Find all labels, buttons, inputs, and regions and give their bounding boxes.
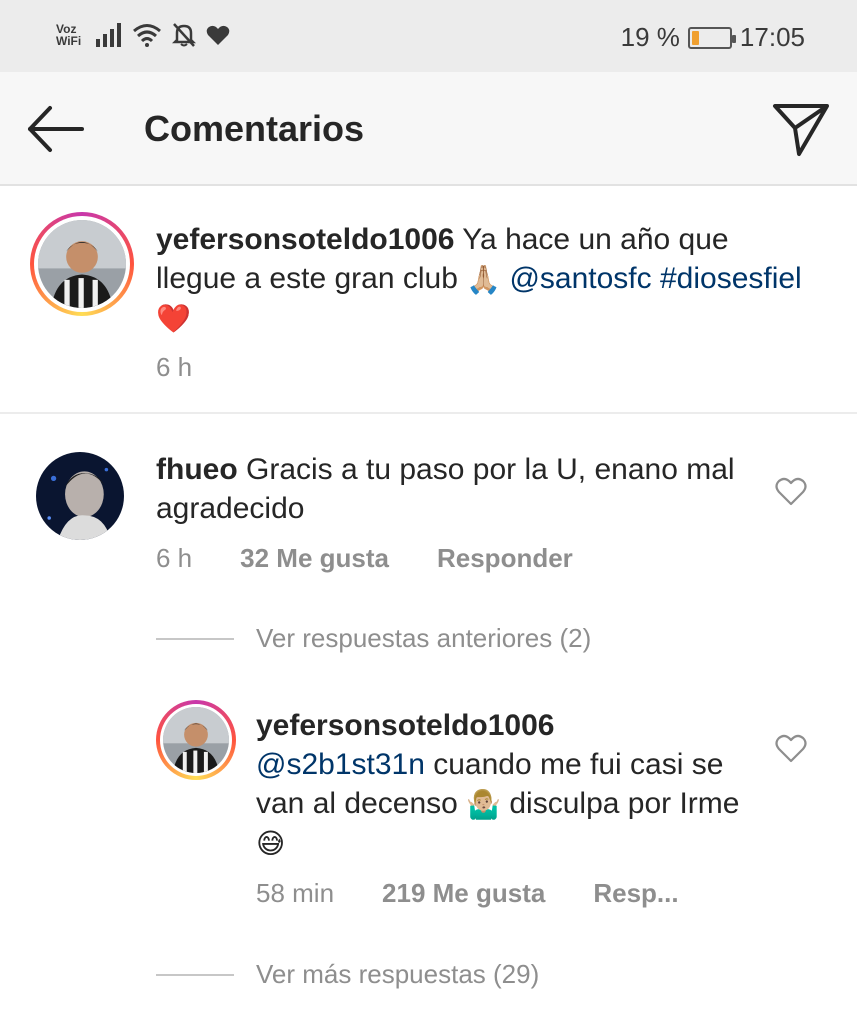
reply-text: yefersonsoteldo1006 @s2b1st31n cuando me… (256, 706, 756, 862)
view-more-replies[interactable]: Ver más respuestas (29) (156, 959, 539, 990)
battery-icon (687, 26, 736, 49)
reply-username[interactable]: yefersonsoteldo1006 (256, 709, 554, 742)
caption-meta: 6 h (156, 352, 192, 383)
avatar[interactable] (30, 212, 134, 316)
wifi-icon (133, 24, 161, 47)
avatar[interactable] (36, 452, 124, 540)
arrow-left-icon[interactable] (26, 102, 86, 156)
divider (0, 412, 857, 414)
clock: 17:05 (739, 22, 805, 52)
app-header: Comentarios (0, 72, 857, 186)
status-bar: Voz WiFi 19 % 17:05 (0, 0, 857, 72)
likes-count[interactable]: 32 Me gusta (240, 543, 389, 574)
hashtag-link[interactable]: #diosesfiel (660, 262, 802, 295)
view-more-replies-label: Ver más respuestas (29) (256, 959, 540, 989)
battery-percentage: 19 % (620, 22, 680, 52)
avatar-photo (163, 707, 229, 773)
view-previous-replies[interactable]: Ver respuestas anteriores (2) (156, 623, 591, 654)
praying-hands-emoji: 🙏🏼 (466, 264, 502, 296)
vowifi-bottom: WiFi (56, 34, 82, 48)
caption-username[interactable]: yefersonsoteldo1006 (156, 223, 454, 256)
signal-icon (96, 23, 121, 47)
mention-link[interactable]: @santosfc (509, 262, 651, 295)
reply-body-2: disculpa por Irme (501, 787, 740, 820)
status-left: Voz WiFi (56, 22, 230, 48)
avatar[interactable] (156, 700, 236, 780)
comment-time: 6 h (156, 543, 193, 573)
reply-time: 58 min (256, 878, 335, 908)
view-previous-replies-label: Ver respuestas anteriores (2) (256, 623, 592, 653)
status-right: 19 % 17:05 (621, 22, 805, 53)
like-heart-icon[interactable] (775, 734, 807, 764)
heart-status-icon (206, 25, 230, 45)
avatar-photo (38, 220, 126, 308)
reply-mention-link[interactable]: @s2b1st31n (256, 748, 425, 781)
caption-time: 6 h (156, 352, 193, 382)
like-heart-icon[interactable] (775, 477, 807, 507)
reply-button[interactable]: Responder (437, 543, 573, 574)
reply-likes-count[interactable]: 219 Me gusta (382, 878, 545, 909)
avatar-photo (36, 452, 124, 540)
caption-text: yefersonsoteldo1006 Ya hace un año que l… (156, 220, 816, 337)
paper-plane-icon[interactable] (771, 98, 831, 158)
comment-meta: 6 h 32 Me gusta Responder (156, 543, 573, 574)
sweat-smile-emoji: 😅 (256, 828, 286, 860)
replies-line (156, 973, 234, 976)
bell-off-icon (172, 23, 196, 47)
comment-body: Gracis a tu paso por la U, enano mal agr… (156, 453, 735, 525)
shrug-emoji: 🤷🏼‍♂️ (466, 789, 502, 821)
comment-text: fhueo Gracis a tu paso por la U, enano m… (156, 450, 756, 528)
reply-meta: 58 min 219 Me gusta Resp... (256, 878, 679, 909)
comment-username[interactable]: fhueo (156, 453, 238, 486)
vowifi-indicator: Voz WiFi (56, 23, 86, 47)
page-title: Comentarios (144, 108, 365, 149)
reply-reply-button[interactable]: Resp... (593, 878, 678, 909)
replies-line (156, 637, 234, 640)
red-heart-emoji: ❤️ (156, 303, 191, 335)
